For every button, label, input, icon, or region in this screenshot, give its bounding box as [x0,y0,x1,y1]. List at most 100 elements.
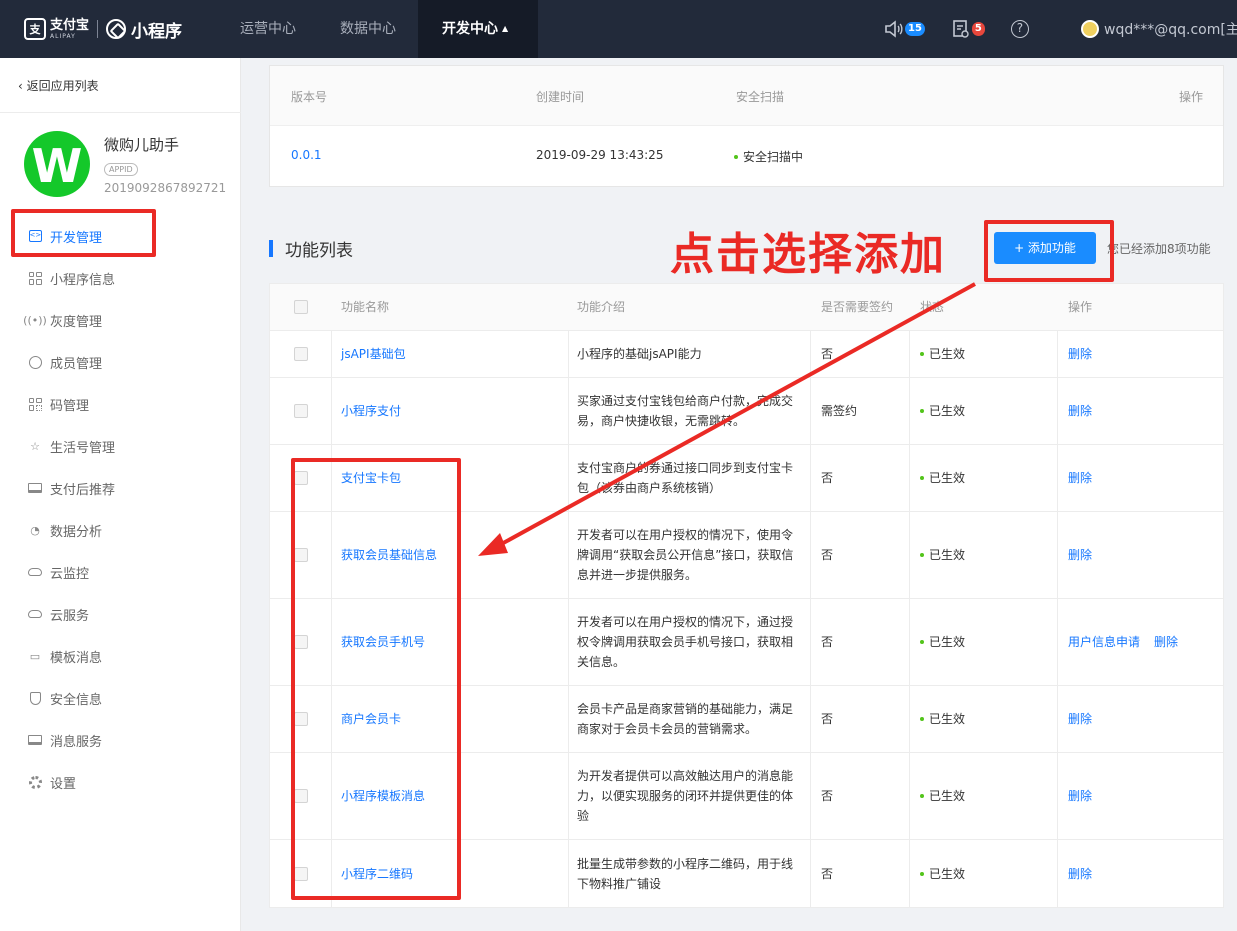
sidebar-item-label: 成员管理 [50,356,103,372]
row-checkbox[interactable] [293,471,308,485]
status-label: 已生效 [929,471,966,485]
delete-link[interactable]: 删除 [1068,786,1092,806]
delete-link[interactable]: 删除 [1068,864,1092,884]
sidebar-item-template-message[interactable]: ▭ 模板消息 [0,635,241,677]
feature-actions: 用户信息申请 删除 [1058,599,1223,685]
scan-status-label: 安全扫描中 [743,150,804,164]
delete-link[interactable]: 删除 [1068,468,1092,488]
select-all-cell [270,284,332,330]
tasks-button[interactable]: 5 [951,19,985,39]
feature-name-cell: 商户会员卡 [332,686,569,752]
section-accent-bar [269,239,273,257]
sidebar-item-label: 数据分析 [50,524,103,540]
feature-status: 已生效 [910,840,1058,907]
help-button[interactable]: ? [1010,20,1029,38]
feature-name-cell: jsAPI基础包 [332,331,569,377]
row-select-cell [270,599,332,685]
brand-logo[interactable]: 支 支付宝 ALIPAY 小程序 [24,17,183,42]
col-action: 操作 [1068,300,1093,314]
shield-icon [28,691,42,705]
sidebar-item-members[interactable]: 成员管理 [0,341,241,383]
sidebar-item-post-pay-recommend[interactable]: 支付后推荐 [0,467,241,509]
sidebar-item-label: 小程序信息 [50,272,116,288]
delete-link[interactable]: 删除 [1068,545,1092,565]
section-title-label: 功能列表 [285,240,353,261]
sidebar-item-gray-release[interactable]: ((•)) 灰度管理 [0,299,241,341]
status-dot-icon [734,155,738,159]
table-row: 获取会员手机号 开发者可以在用户授权的情况下，通过授权令牌调用获取会员手机号接口… [270,599,1223,686]
feature-desc: 会员卡产品是商家营销的基础能力，满足商家对于会员卡会员的营销需求。 [569,686,811,752]
row-checkbox[interactable] [293,789,308,803]
status-label: 已生效 [929,789,966,803]
row-checkbox[interactable] [293,866,308,881]
nav-dev-center[interactable]: 开发中心 ▲ [418,0,539,58]
feature-name-link[interactable]: 获取会员手机号 [341,632,425,652]
feature-name-link[interactable]: 小程序支付 [341,401,401,421]
sidebar-item-code-management[interactable]: 码管理 [0,383,241,425]
sidebar-item-dev-management[interactable]: <> 开发管理 [0,215,241,257]
feature-status: 已生效 [910,331,1058,377]
col-version: 版本号 [291,90,328,104]
col-scan: 安全扫描 [736,90,785,104]
feature-name-link[interactable]: 小程序二维码 [341,864,413,884]
logo-divider [97,20,99,38]
feature-desc: 小程序的基础jsAPI能力 [569,331,811,377]
sidebar-item-label: 码管理 [50,398,90,414]
app-name: 微购儿助手 [104,136,180,154]
version-link[interactable]: 0.0.1 [291,148,322,162]
mini-program-brand: 小程序 [131,21,183,42]
sidebar-menu: <> 开发管理 小程序信息 ((•)) 灰度管理 成员管理 码管理 ☆ 生活号管… [0,215,241,803]
feature-name-link[interactable]: 获取会员基础信息 [341,545,437,565]
row-checkbox[interactable] [293,404,308,418]
feature-name-link[interactable]: 小程序模板消息 [341,786,425,806]
laptop-icon [28,481,42,495]
sidebar-item-cloud-monitor[interactable]: 云监控 [0,551,241,593]
qrcode-icon [28,397,42,411]
sidebar-item-label: 设置 [50,776,77,792]
feature-actions: 删除 [1058,445,1223,511]
sidebar-item-settings[interactable]: 设置 [0,761,241,803]
delete-link[interactable]: 删除 [1068,709,1092,729]
row-checkbox[interactable] [293,347,308,361]
section-title: 功能列表 [269,238,353,261]
col-name: 功能名称 [341,300,390,314]
nav-operations[interactable]: 运营中心 [218,0,318,58]
delete-link[interactable]: 删除 [1154,632,1178,652]
row-checkbox[interactable] [293,548,308,562]
alipay-wordmark: 支付宝 ALIPAY [50,19,89,40]
row-checkbox[interactable] [293,712,308,726]
sidebar-item-security-info[interactable]: 安全信息 [0,677,241,719]
appid-tag: APPID [104,163,138,176]
notification-button[interactable]: 15 [884,20,925,38]
sidebar-item-life-account[interactable]: ☆ 生活号管理 [0,425,241,467]
row-checkbox[interactable] [293,635,308,649]
version-table-header: 版本号 创建时间 安全扫描 操作 [270,66,1223,126]
chevron-left-icon: ‹ [18,79,27,93]
feature-sign: 需签约 [811,378,910,444]
grid-icon [28,271,42,285]
select-all-checkbox[interactable] [294,300,308,314]
user-info-apply-link[interactable]: 用户信息申请 [1068,632,1140,652]
feature-sign: 否 [811,512,910,598]
added-count-text: 您已经添加8项功能 [1107,242,1211,256]
feature-name-link[interactable]: jsAPI基础包 [341,344,406,364]
scan-status: 安全扫描中 [734,148,803,165]
back-to-app-list-link[interactable]: ‹ 返回应用列表 [18,77,99,94]
feature-sign: 否 [811,445,910,511]
feature-actions: 删除 [1058,512,1223,598]
feature-name-link[interactable]: 商户会员卡 [341,709,401,729]
feature-status: 已生效 [910,512,1058,598]
task-list-icon [953,20,969,38]
delete-link[interactable]: 删除 [1068,344,1092,364]
feature-name-link[interactable]: 支付宝卡包 [341,468,401,488]
add-feature-button[interactable]: + 添加功能 [994,232,1096,264]
divider [0,112,241,113]
sidebar-item-data-analysis[interactable]: ◔ 数据分析 [0,509,241,551]
user-menu[interactable]: wqd***@qq.com[主账 [1081,0,1237,58]
nav-data-center[interactable]: 数据中心 [318,0,418,58]
sidebar-item-mini-info[interactable]: 小程序信息 [0,257,241,299]
feature-name-cell: 支付宝卡包 [332,445,569,511]
delete-link[interactable]: 删除 [1068,401,1092,421]
sidebar-item-cloud-service[interactable]: 云服务 [0,593,241,635]
sidebar-item-message-service[interactable]: 消息服务 [0,719,241,761]
